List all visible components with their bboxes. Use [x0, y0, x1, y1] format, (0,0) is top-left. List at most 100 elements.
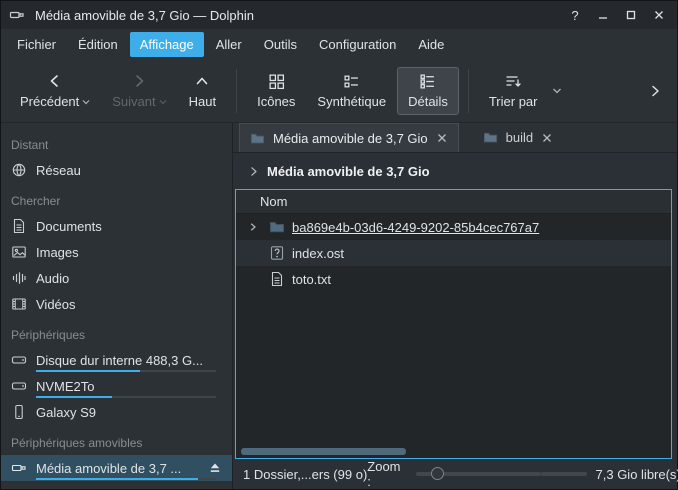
usb-drive-icon — [11, 460, 27, 476]
tab-media-amovible[interactable]: Média amovible de 3,7 Gio — [239, 123, 459, 152]
compact-view-button[interactable]: Synthétique — [306, 67, 397, 115]
toolbar-overflow-button[interactable] — [641, 77, 669, 105]
caret-down-icon — [552, 87, 562, 94]
zoom-slider[interactable] — [416, 472, 540, 476]
menu-aller[interactable]: Aller — [206, 32, 252, 57]
menu-aide[interactable]: Aide — [408, 32, 454, 57]
menu-outils[interactable]: Outils — [254, 32, 307, 57]
sidebar-item-label: Média amovible de 3,7 ... — [36, 461, 181, 476]
file-name: index.ost — [292, 246, 344, 261]
sidebar-item-label: Réseau — [36, 163, 81, 178]
chevron-left-icon — [46, 72, 64, 90]
sidebar-item-galaxy-s9[interactable]: Galaxy S9 — [1, 399, 232, 425]
sidebar-item-media-amovible[interactable]: Média amovible de 3,7 ... — [1, 455, 232, 481]
hard-drive-icon — [11, 378, 27, 394]
sidebar-item-images[interactable]: Images — [1, 239, 232, 265]
sidebar-item-audio[interactable]: Audio — [1, 265, 232, 291]
file-row-toto-txt[interactable]: toto.txt — [236, 266, 671, 292]
file-row-folder[interactable]: ba869e4b-03d6-4249-9202-85b4cec767a7 — [236, 214, 671, 240]
video-icon — [11, 296, 27, 312]
expander-chevron-icon[interactable] — [244, 222, 262, 232]
audio-icon — [11, 270, 27, 286]
places-panel: Distant Réseau Chercher Documents Images — [1, 123, 233, 489]
zoom-slider-handle[interactable] — [431, 467, 444, 480]
up-button[interactable]: Haut — [178, 66, 227, 115]
minimize-button[interactable] — [593, 5, 613, 25]
sidebar-item-label: Images — [36, 245, 79, 260]
free-space-widget: 7,3 Gio libre(s) — [541, 467, 678, 482]
sidebar-item-label: Audio — [36, 271, 69, 286]
capacity-bar — [36, 478, 216, 480]
caret-down-icon — [82, 99, 90, 105]
toolbar-separator — [236, 69, 237, 113]
folder-icon — [269, 219, 285, 235]
sidebar-item-label: Documents — [36, 219, 102, 234]
toolbar-separator — [468, 69, 469, 113]
tab-label: Média amovible de 3,7 Gio — [273, 131, 428, 146]
caret-down-icon — [159, 99, 167, 105]
tab-label: build — [506, 130, 533, 145]
main-area: Distant Réseau Chercher Documents Images — [1, 123, 677, 489]
tab-build[interactable]: build — [473, 123, 563, 152]
free-space-text: 7,3 Gio libre(s) — [596, 467, 678, 482]
sidebar-item-label: Disque dur interne 488,3 G... — [36, 353, 203, 368]
column-header-nom[interactable]: Nom — [236, 190, 671, 214]
selection-summary: 1 Dossier,...ers (99 o) — [243, 467, 367, 482]
file-row-index-ost[interactable]: index.ost — [236, 240, 671, 266]
window-controls: ? — [565, 5, 669, 25]
section-removable: Périphériques amovibles — [1, 425, 232, 455]
section-devices: Périphériques — [1, 317, 232, 347]
text-file-icon — [269, 271, 285, 287]
horizontal-scrollbar — [236, 445, 671, 458]
sort-icon — [504, 72, 522, 90]
sort-by-button[interactable]: Trier par — [478, 66, 549, 115]
sidebar-item-disque-dur[interactable]: Disque dur interne 488,3 G... — [1, 347, 232, 373]
icons-view-icon — [268, 73, 285, 90]
capacity-bar — [36, 396, 216, 398]
sidebar-item-label: Vidéos — [36, 297, 76, 312]
document-icon — [11, 218, 27, 234]
file-name: toto.txt — [292, 272, 331, 287]
window-title: Média amovible de 3,7 Gio — Dolphin — [35, 8, 254, 23]
menu-fichier[interactable]: Fichier — [7, 32, 66, 57]
zoom-control: Zoom : — [367, 459, 540, 489]
scrollbar-handle[interactable] — [241, 448, 406, 455]
chevron-up-icon — [193, 72, 211, 90]
help-glyph: ? — [571, 8, 578, 23]
eject-button[interactable] — [208, 461, 222, 475]
titlebar[interactable]: Média amovible de 3,7 Gio — Dolphin ? — [1, 1, 677, 29]
network-icon — [11, 162, 27, 178]
menu-edition[interactable]: Édition — [68, 32, 128, 57]
menu-configuration[interactable]: Configuration — [309, 32, 406, 57]
icons-view-button[interactable]: Icônes — [246, 67, 306, 115]
forward-label: Suivant — [112, 94, 155, 109]
breadcrumb: Média amovible de 3,7 Gio — [233, 153, 677, 189]
status-bar: 1 Dossier,...ers (99 o) Zoom : 7,3 Gio l… — [233, 459, 677, 489]
menu-affichage[interactable]: Affichage — [130, 32, 204, 57]
maximize-button[interactable] — [621, 5, 641, 25]
sidebar-item-documents[interactable]: Documents — [1, 213, 232, 239]
breadcrumb-current-folder[interactable]: Média amovible de 3,7 Gio — [267, 164, 430, 179]
sidebar-item-videos[interactable]: Vidéos — [1, 291, 232, 317]
sidebar-item-nvme[interactable]: NVME2To — [1, 373, 232, 399]
tab-close-icon[interactable] — [541, 132, 553, 144]
folder-icon — [483, 130, 498, 145]
image-icon — [11, 244, 27, 260]
window-usb-icon — [9, 7, 25, 23]
section-remote: Distant — [1, 127, 232, 157]
back-button[interactable]: Précédent — [9, 66, 101, 115]
sidebar-item-reseau[interactable]: Réseau — [1, 157, 232, 183]
menubar: Fichier Édition Affichage Aller Outils C… — [1, 29, 677, 59]
close-button[interactable] — [649, 5, 669, 25]
hard-drive-icon — [11, 352, 27, 368]
help-button[interactable]: ? — [565, 5, 585, 25]
details-view-button[interactable]: Détails — [397, 67, 459, 115]
column-header-label: Nom — [260, 194, 287, 209]
tab-bar: Média amovible de 3,7 Gio build — [233, 123, 677, 153]
back-label: Précédent — [20, 94, 79, 109]
forward-button[interactable]: Suivant — [101, 66, 177, 115]
sidebar-item-label: NVME2To — [36, 379, 95, 394]
file-name: ba869e4b-03d6-4249-9202-85b4cec767a7 — [292, 220, 539, 235]
chevron-right-icon — [130, 72, 148, 90]
tab-close-icon[interactable] — [436, 132, 448, 144]
